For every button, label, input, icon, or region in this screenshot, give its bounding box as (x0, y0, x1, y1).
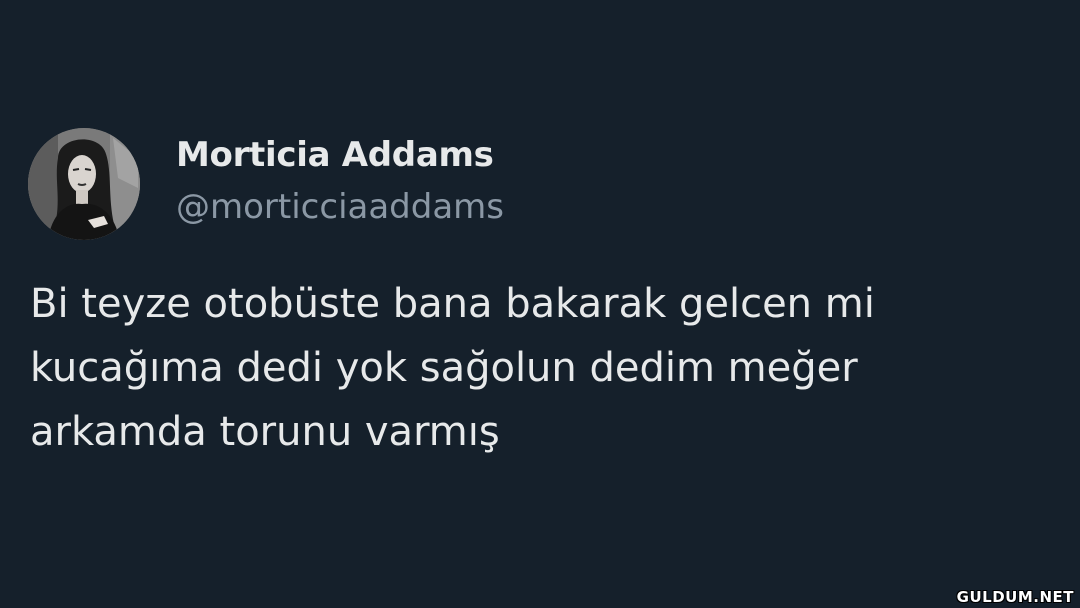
avatar-portrait-image (28, 128, 140, 240)
tweet-text-line: Bi teyze otobüste bana bakarak gelcen mi (30, 281, 875, 327)
tweet-card: Morticia Addams @morticciaaddams Bi teyz… (0, 0, 1080, 608)
avatar[interactable] (28, 128, 140, 240)
author-handle[interactable]: @morticciaaddams (176, 186, 504, 228)
tweet-text: Bi teyze otobüste bana bakarak gelcen mi… (30, 272, 1050, 464)
watermark: GULDUM.NET (956, 588, 1074, 606)
tweet-text-line: kucağıma dedi yok sağolun dedim meğer (30, 345, 858, 391)
tweet-text-line: arkamda torunu varmış (30, 409, 500, 455)
author-display-name[interactable]: Morticia Addams (176, 134, 494, 176)
